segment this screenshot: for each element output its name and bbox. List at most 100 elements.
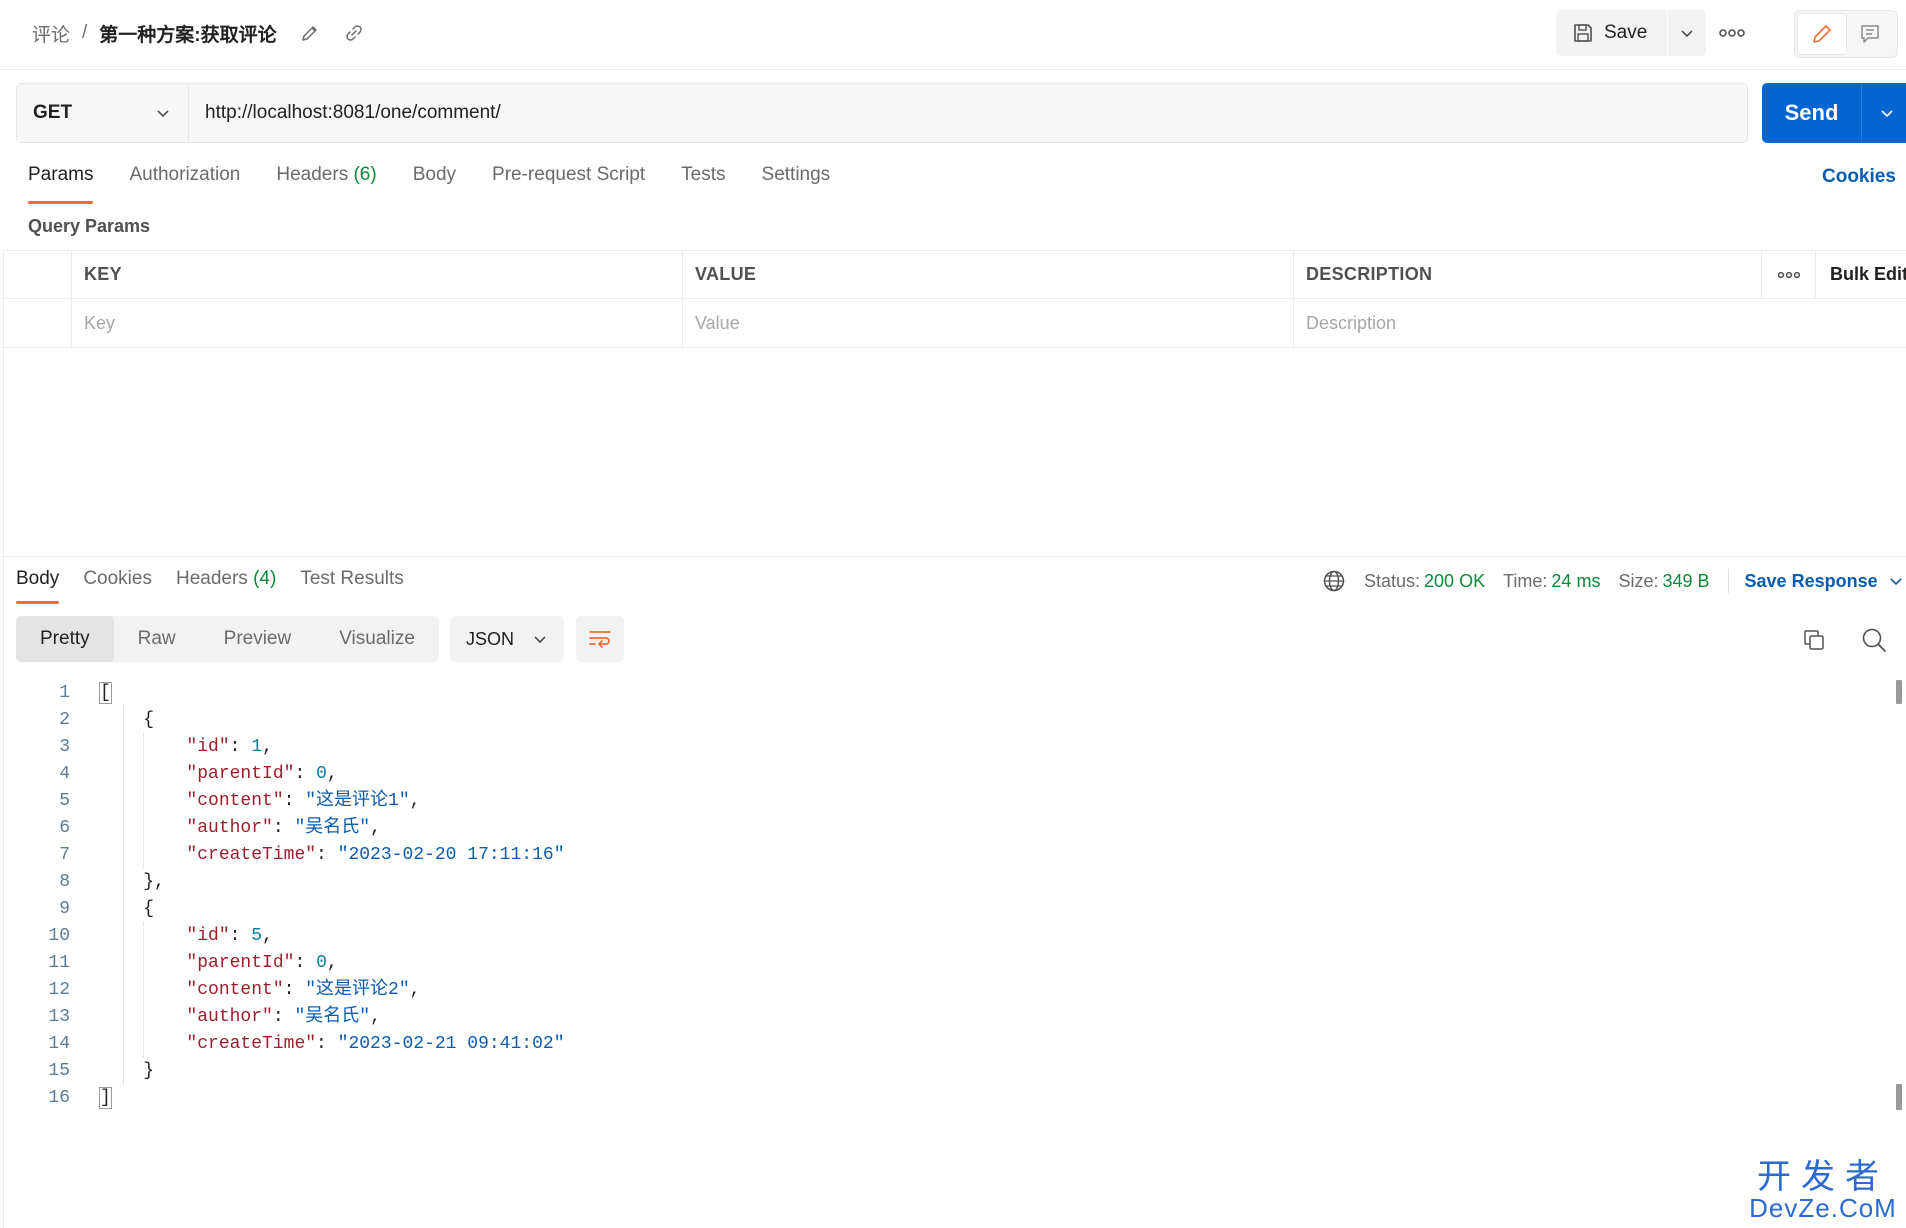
bulk-edit-button[interactable]: Bulk Edit [1816,251,1906,298]
tab-headers[interactable]: Headers (6) [276,164,376,204]
edit-mode-button[interactable] [1798,14,1846,54]
breadcrumb-collection[interactable]: 评论 [32,20,70,47]
json-key: "id" [186,926,230,946]
description-placeholder: Description [1306,312,1397,333]
view-preview[interactable]: Preview [200,616,316,662]
comment-doc-icon [1861,25,1879,43]
tab-test-results[interactable]: Test Results [300,568,403,604]
json-key: "author" [186,1007,273,1027]
wrap-lines-button[interactable] [576,616,624,662]
scrollbar-marker[interactable] [1896,680,1902,704]
line-number: 12 [48,980,70,1000]
breadcrumb-separator: / [82,22,88,43]
search-icon [1862,628,1886,652]
save-options-dropdown[interactable] [1668,10,1706,56]
view-pretty[interactable]: Pretty [16,616,114,662]
status-value[interactable]: 200 OK [1424,571,1485,592]
tab-params[interactable]: Params [28,164,94,204]
send-options-dropdown[interactable] [1862,83,1906,143]
send-button-group: Send [1762,83,1906,143]
param-description-input[interactable]: Description [1294,299,1762,347]
code-line: 12 "content": "这是评论2", [16,977,1886,1004]
json-open-brace: { [143,899,155,919]
link-icon[interactable] [343,22,365,44]
line-number: 14 [48,1034,70,1054]
line-number: 7 [59,845,70,865]
json-key: "parentId" [186,953,295,973]
save-label: Save [1604,22,1648,43]
url-input[interactable] [189,84,1747,142]
json-string-value: "吴名氏" [294,1007,371,1027]
edit-pencil-icon[interactable] [299,22,321,44]
chevron-down-icon [157,110,169,118]
line-number: 8 [59,872,70,892]
table-row: Key Value Description [4,299,1906,348]
save-response-button[interactable]: Save Response [1745,571,1904,592]
tab-label: Test Results [300,568,404,589]
line-number: 5 [59,791,70,811]
request-name[interactable]: 第一种方案:获取评论 [99,20,276,47]
line-number: 1 [59,683,70,703]
tab-tests[interactable]: Tests [681,164,725,204]
watermark-site-text: DevZe.CoM [1749,1193,1897,1223]
tab-settings[interactable]: Settings [762,164,831,204]
size-value[interactable]: 349 B [1662,571,1709,592]
http-method-value: GET [33,102,73,123]
site-watermark: 开发者 DevZe.CoM [1748,1160,1898,1222]
request-response-divider[interactable] [4,556,1906,557]
tab-label: Headers [276,164,349,185]
tab-response-cookies[interactable]: Cookies [83,568,152,604]
tab-pre-request-script[interactable]: Pre-request Script [492,164,645,204]
search-response-button[interactable] [1860,626,1888,654]
cookies-link[interactable]: Cookies [1822,166,1896,188]
tab-label: Tests [681,164,726,185]
view-raw[interactable]: Raw [114,616,200,662]
line-number: 11 [48,953,70,973]
line-number: 4 [59,764,70,784]
column-options-button[interactable] [1762,251,1816,298]
documentation-mode-button[interactable] [1846,14,1894,54]
code-line: 11 "parentId": 0, [16,950,1886,977]
url-bar: GET [16,83,1748,143]
tab-response-body[interactable]: Body [16,568,60,604]
json-string-value: "2023-02-21 09:41:02" [337,1034,565,1054]
chevron-down-icon [1890,578,1902,586]
more-options-button[interactable] [1714,18,1750,48]
query-params-table: KEY VALUE DESCRIPTION Bulk Edit Key Valu… [4,250,1906,348]
headers-count-badge: (6) [353,164,377,185]
tab-body[interactable]: Body [413,164,456,204]
globe-icon[interactable] [1322,569,1346,593]
save-button[interactable]: Save [1556,10,1669,56]
time-label: Time: [1503,570,1548,591]
query-params-title: Query Params [28,216,151,236]
copy-response-button[interactable] [1800,626,1828,654]
json-number-value: 1 [251,737,263,757]
json-open-bracket: [ [99,682,112,704]
chevron-down-icon [1681,30,1693,38]
key-column-header: KEY [72,251,683,298]
response-body-editor[interactable]: 1[ 2 { 3 "id": 1, 4 "parentId": 0, 5 "co… [16,680,1886,1112]
param-value-input[interactable]: Value [683,299,1294,347]
send-button[interactable]: Send [1762,83,1862,143]
code-line: 6 "author": "吴名氏", [16,815,1886,842]
view-visualize[interactable]: Visualize [315,616,439,662]
tab-label: Authorization [129,164,241,185]
response-format-select[interactable]: JSON [450,616,564,662]
line-number: 3 [59,737,70,757]
line-number: 16 [48,1088,70,1108]
tab-response-headers[interactable]: Headers (4) [176,568,276,604]
status-separator [1727,569,1729,593]
scrollbar-marker[interactable] [1896,1084,1902,1110]
tab-authorization[interactable]: Authorization [129,164,240,204]
json-number-value: 0 [316,953,327,973]
time-value[interactable]: 24 ms [1551,571,1600,592]
key-placeholder: Key [84,312,116,333]
code-line: 14 "createTime": "2023-02-21 09:41:02" [16,1031,1886,1058]
code-line: 7 "createTime": "2023-02-20 17:11:16" [16,842,1886,869]
copy-icon [1804,630,1824,650]
http-method-select[interactable]: GET [17,84,189,142]
row-checkbox[interactable] [4,299,72,347]
json-string-value: "2023-02-20 17:11:16" [337,845,565,865]
param-key-input[interactable]: Key [72,299,683,347]
json-close-brace: } [143,1061,155,1081]
